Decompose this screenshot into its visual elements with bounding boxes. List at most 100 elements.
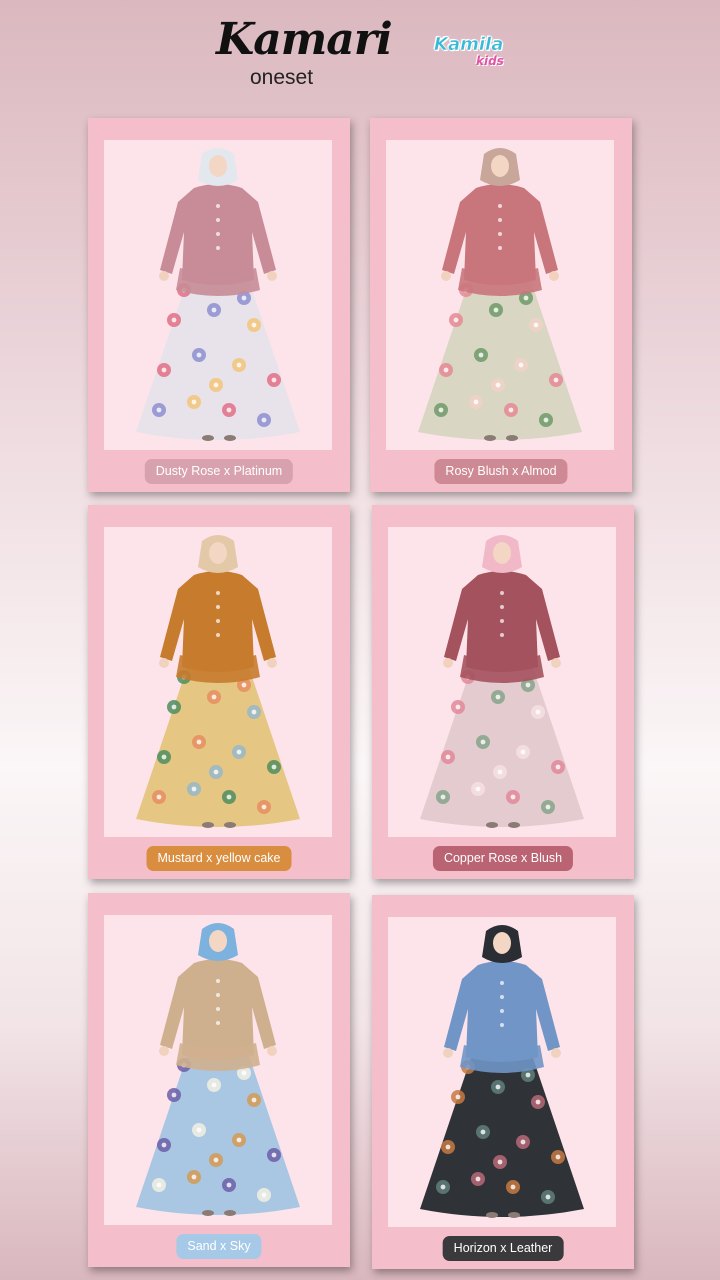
skirt-flower-center — [241, 682, 247, 688]
skirt-flower-center — [156, 407, 162, 413]
shoe — [202, 1210, 214, 1216]
hand — [159, 658, 169, 668]
skirt-flower-center — [545, 804, 551, 810]
blouse-button — [216, 979, 220, 983]
skirt-flower-center — [161, 754, 167, 760]
product-label: Copper Rose x Blush — [432, 846, 574, 871]
hand — [267, 1046, 277, 1056]
skirt-flower-center — [236, 749, 242, 755]
skirt-flower-center — [478, 352, 484, 358]
skirt-flower-center — [495, 1084, 501, 1090]
skirt-flower-center — [555, 764, 561, 770]
skirt-flower-center — [196, 739, 202, 745]
brand-title: Kamari — [216, 14, 393, 65]
skirt-flower-center — [545, 1194, 551, 1200]
skirt-flower-center — [161, 1142, 167, 1148]
skirt-flower-center — [473, 399, 479, 405]
skirt-flower-center — [251, 709, 257, 715]
shoe — [486, 1212, 498, 1218]
shoe — [508, 1212, 520, 1218]
face — [491, 155, 509, 177]
shoe — [506, 435, 518, 441]
skirt-flower-center — [495, 694, 501, 700]
blouse-button — [500, 981, 504, 985]
skirt-flower-center — [261, 417, 267, 423]
skirt-flower-center — [510, 1184, 516, 1190]
skirt-flower-center — [440, 794, 446, 800]
skirt-flower-center — [475, 786, 481, 792]
skirt-flower-center — [271, 764, 277, 770]
skirt-flower-center — [533, 322, 539, 328]
skirt-flower-center — [438, 407, 444, 413]
skirt-flower-center — [241, 295, 247, 301]
face — [493, 542, 511, 564]
skirt-flower-center — [156, 794, 162, 800]
skirt-flower-center — [213, 1157, 219, 1163]
blouse-button — [216, 204, 220, 208]
hand — [159, 1046, 169, 1056]
face — [209, 155, 227, 177]
product-card[interactable]: Copper Rose x Blush — [372, 505, 634, 879]
shoe — [202, 435, 214, 441]
blouse-button — [498, 204, 502, 208]
skirt-flower-center — [480, 739, 486, 745]
skirt-flower-center — [445, 754, 451, 760]
skirt-flower-center — [226, 407, 232, 413]
blouse-button — [498, 218, 502, 222]
skirt-flower-center — [535, 709, 541, 715]
skirt-flower-center — [226, 1182, 232, 1188]
face — [493, 932, 511, 954]
model-figure — [418, 148, 582, 441]
skirt-flower-center — [171, 704, 177, 710]
hand — [267, 271, 277, 281]
product-card[interactable]: Horizon x Leather — [372, 895, 634, 1269]
skirt-flower-center — [213, 769, 219, 775]
skirt-flower-center — [508, 407, 514, 413]
logo-main-text: Kamila — [434, 34, 504, 56]
product-card[interactable]: Dusty Rose x Platinum — [88, 118, 350, 492]
blouse-button — [216, 993, 220, 997]
product-label: Sand x Sky — [176, 1234, 262, 1259]
blouse-button — [216, 232, 220, 236]
skirt-flower-center — [525, 1072, 531, 1078]
blouse-button — [498, 246, 502, 250]
skirt-flower-center — [191, 1174, 197, 1180]
model-figure — [136, 535, 300, 828]
shoe — [224, 435, 236, 441]
product-card[interactable]: Mustard x yellow cake — [88, 505, 350, 879]
blouse-button — [216, 619, 220, 623]
shoe — [486, 822, 498, 828]
skirt-flower-center — [520, 749, 526, 755]
skirt-flower-center — [520, 1139, 526, 1145]
brand-subtitle: oneset — [250, 66, 314, 89]
skirt-flower-center — [443, 367, 449, 373]
product-card[interactable]: Sand x Sky — [88, 893, 350, 1267]
blouse-button — [216, 1021, 220, 1025]
blouse-button — [500, 1009, 504, 1013]
skirt-flower-center — [261, 1192, 267, 1198]
model-figure — [136, 148, 300, 441]
skirt-flower-center — [211, 694, 217, 700]
skirt-flower-center — [271, 1152, 277, 1158]
blouse-button — [500, 605, 504, 609]
product-card[interactable]: Rosy Blush x Almod — [370, 118, 632, 492]
product-photo — [386, 140, 614, 450]
skirt-flower-center — [455, 704, 461, 710]
skirt-flower-center — [241, 1070, 247, 1076]
shoe — [224, 822, 236, 828]
hand — [551, 658, 561, 668]
skirt-flower-center — [261, 804, 267, 810]
skirt-flower-center — [196, 352, 202, 358]
product-photo — [104, 140, 332, 450]
skirt-flower-center — [455, 1094, 461, 1100]
product-photo — [388, 917, 616, 1227]
shoe — [508, 822, 520, 828]
skirt-flower-center — [196, 1127, 202, 1133]
skirt-flower-center — [191, 399, 197, 405]
product-label: Rosy Blush x Almod — [434, 459, 568, 484]
face — [209, 930, 227, 952]
skirt-flower-center — [171, 317, 177, 323]
blouse-button — [500, 1023, 504, 1027]
product-photo — [104, 527, 332, 837]
skirt-flower-center — [161, 367, 167, 373]
